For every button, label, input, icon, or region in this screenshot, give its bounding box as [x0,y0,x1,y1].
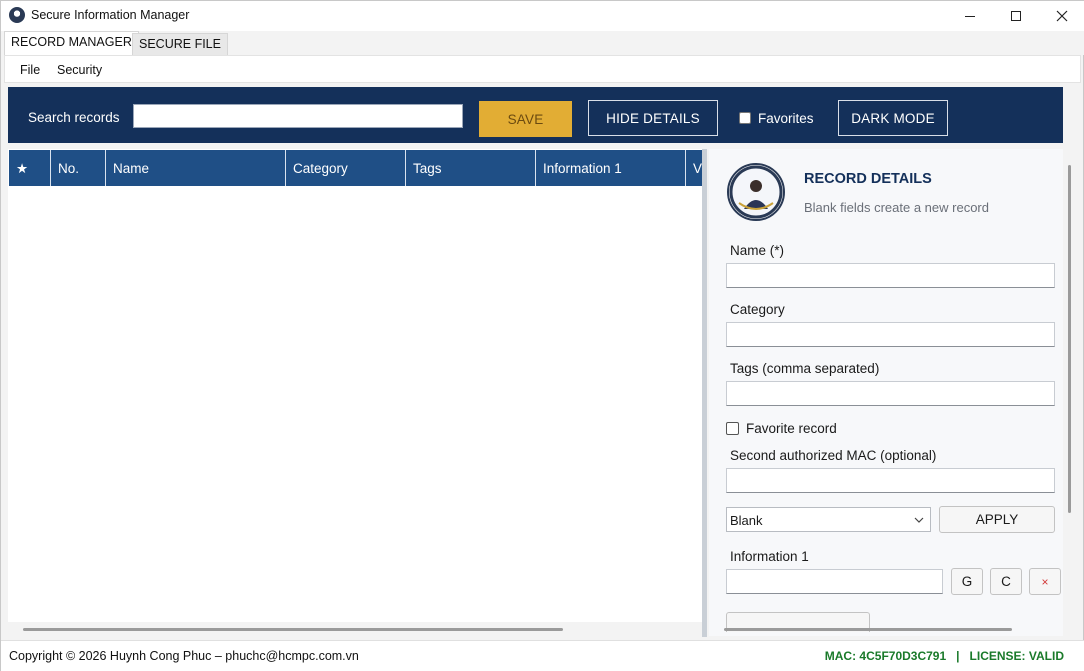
menu-security[interactable]: Security [57,63,102,77]
records-grid[interactable]: ★ No. Name Category Tags Information 1 V [8,149,706,622]
window-title: Secure Information Manager [31,8,190,22]
mac-address: MAC: 4C5F70D3C791 [824,649,947,663]
grid-header: ★ No. Name Category Tags Information 1 V [9,150,705,186]
maximize-icon [1011,11,1021,21]
status-separator: | [956,649,960,663]
column-category[interactable]: Category [286,150,406,186]
license-status: MAC: 4C5F70D3C791 | LICENSE: VALID [825,649,1064,663]
details-vertical-scrollbar[interactable] [1068,165,1071,513]
template-select[interactable]: Blank [726,507,931,532]
tab-record-manager[interactable]: RECORD MANAGER [4,31,139,55]
dark-mode-button[interactable]: DARK MODE [838,100,948,136]
tab-secure-file[interactable]: SECURE FILE [132,33,228,55]
template-select-value: Blank [730,513,763,528]
mac-input[interactable] [726,468,1055,493]
category-input[interactable] [726,322,1055,347]
column-information-1[interactable]: Information 1 [536,150,686,186]
details-title: RECORD DETAILS [804,171,932,187]
details-horizontal-scrollbar[interactable] [724,628,1012,631]
column-favorite[interactable]: ★ [9,150,51,186]
column-name[interactable]: Name [106,150,286,186]
close-button[interactable] [1039,1,1084,31]
column-tags[interactable]: Tags [406,150,536,186]
name-label: Name (*) [730,243,785,258]
search-label: Search records [28,110,120,125]
tab-strip: RECORD MANAGER SECURE FILE [1,31,1084,55]
menu-bar: File Security [4,55,1081,83]
hide-details-button[interactable]: HIDE DETAILS [588,100,718,136]
record-details-panel: RECORD DETAILS Blank fields create a new… [709,149,1063,636]
close-icon [1056,10,1068,22]
app-logo-icon [9,7,25,23]
minimize-icon [965,15,975,17]
maximize-button[interactable] [993,1,1039,31]
tags-label: Tags (comma separated) [730,361,880,376]
favorites-label: Favorites [758,111,814,126]
column-number[interactable]: No. [51,150,106,186]
favorite-record-label: Favorite record [746,421,837,436]
copyright-text: Copyright © 2026 Huynh Cong Phuc – phuch… [9,649,359,663]
panel-splitter[interactable] [702,149,707,637]
information-1-label: Information 1 [730,549,809,564]
mac-label: Second authorized MAC (optional) [730,448,937,463]
profile-avatar [727,163,785,221]
menu-file[interactable]: File [20,63,40,77]
license-state: LICENSE: VALID [969,649,1064,663]
details-subtitle: Blank fields create a new record [804,200,989,215]
avatar-portrait-icon [729,165,783,219]
toolbar: Search records SAVE HIDE DETAILS Favorit… [8,87,1063,143]
favorites-checkbox[interactable] [739,112,751,124]
generate-button[interactable]: G [951,568,983,595]
copy-button[interactable]: C [990,568,1022,595]
save-button[interactable]: SAVE [479,101,572,137]
apply-button[interactable]: APPLY [939,506,1055,533]
grid-horizontal-scrollbar[interactable] [23,628,563,631]
minimize-button[interactable] [947,1,993,31]
information-1-input[interactable] [726,569,943,594]
app-window: Secure Information Manager RECORD MANAGE… [0,0,1084,671]
favorite-record-checkbox[interactable] [726,422,739,435]
category-label: Category [730,302,785,317]
tags-input[interactable] [726,381,1055,406]
status-bar: Copyright © 2026 Huynh Cong Phuc – phuch… [1,640,1084,671]
chevron-down-icon [914,517,924,523]
name-input[interactable] [726,263,1055,288]
clear-button[interactable]: × [1029,568,1061,595]
search-input[interactable] [133,104,463,128]
title-bar[interactable]: Secure Information Manager [1,1,1084,31]
